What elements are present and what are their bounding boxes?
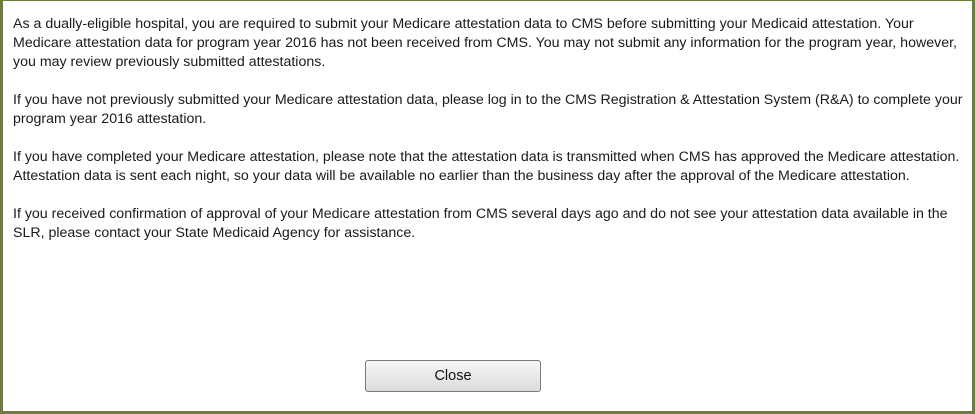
dialog-message: As a dually-eligible hospital, you are r… xyxy=(13,15,968,262)
message-paragraph-3: If you have completed your Medicare atte… xyxy=(13,149,960,184)
attestation-notice-dialog: As a dually-eligible hospital, you are r… xyxy=(0,0,975,414)
close-button[interactable]: Close xyxy=(365,360,541,392)
message-paragraph-4: If you received confirmation of approval… xyxy=(13,206,948,241)
message-paragraph-2: If you have not previously submitted you… xyxy=(13,92,963,127)
message-paragraph-1: As a dually-eligible hospital, you are r… xyxy=(13,16,957,70)
